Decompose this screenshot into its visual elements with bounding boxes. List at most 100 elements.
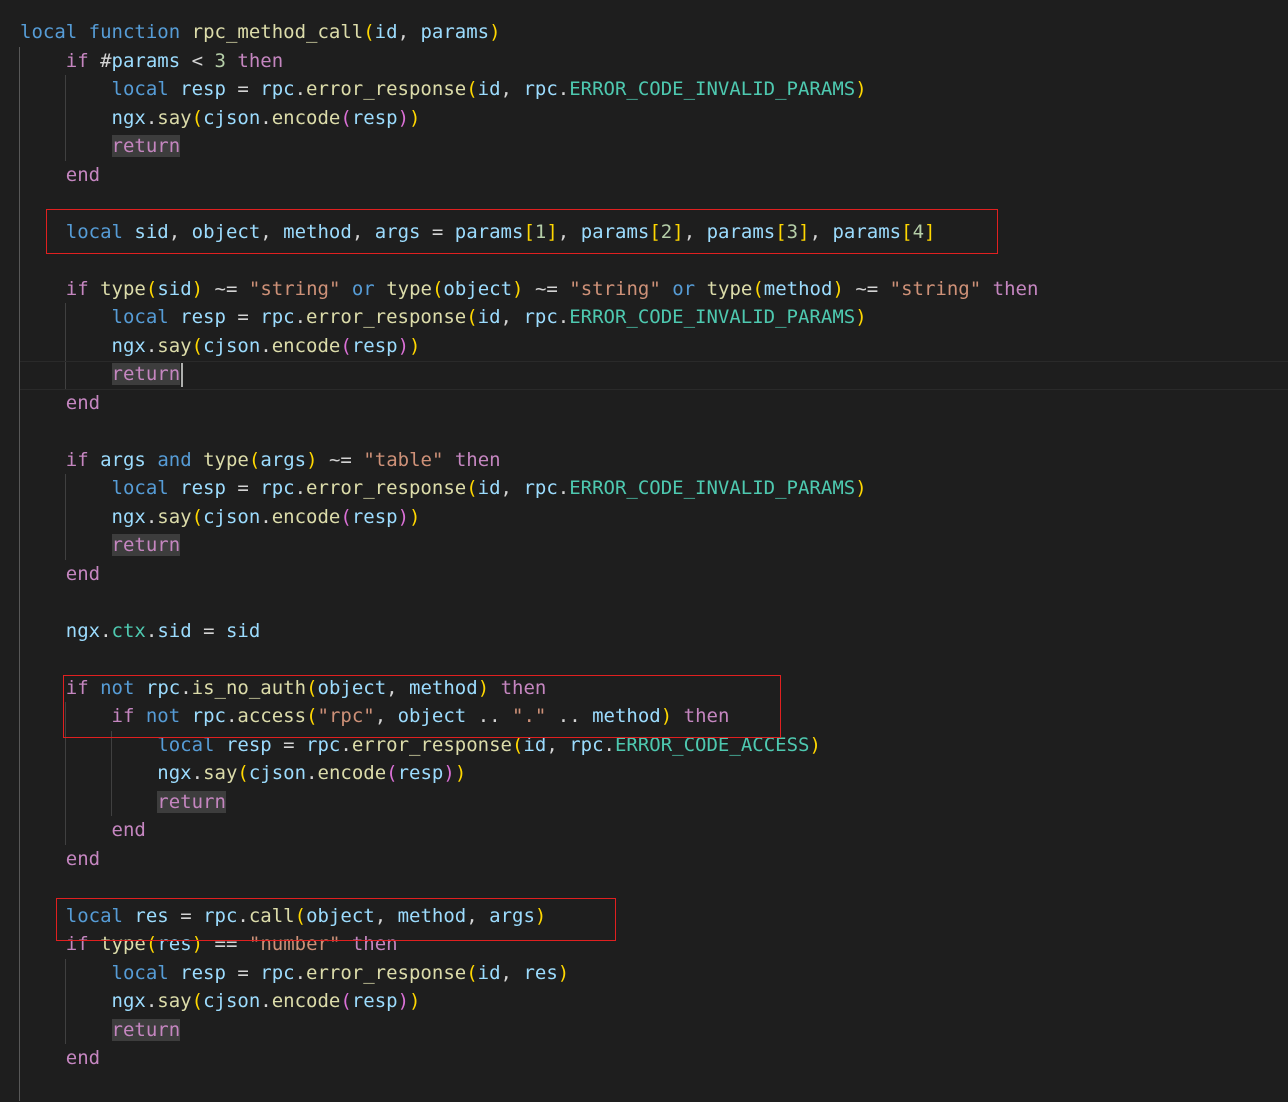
code-token: end: [65, 391, 101, 414]
code-token: .: [260, 334, 272, 357]
code-token: ): [512, 277, 524, 300]
code-token: cjson: [203, 505, 261, 528]
code-token: .: [294, 477, 307, 499]
code-line: local resp = rpc.error_response(id, rpc.…: [20, 75, 867, 104]
code-line: local resp = rpc.error_response(id, rpc.…: [20, 303, 867, 332]
code-token: .: [294, 961, 307, 984]
code-line: end: [20, 1044, 100, 1073]
code-token: ERROR_CODE_INVALID_PARAMS: [569, 306, 856, 328]
code-token: .: [294, 306, 307, 328]
code-token: ): [489, 21, 501, 43]
code-token: <: [180, 49, 215, 72]
code-token: local: [20, 21, 78, 43]
code-token: end: [65, 1047, 101, 1069]
code-token: and: [157, 448, 192, 471]
code-line: ngx.say(cjson.encode(resp)): [20, 987, 421, 1016]
code-token: .: [145, 334, 158, 357]
code-token: args: [100, 448, 146, 471]
code-token: rpc: [260, 477, 295, 499]
code-token: ): [557, 961, 570, 984]
code-editor[interactable]: local function rpc_method_call(id, param…: [0, 0, 1288, 1102]
code-token: local: [111, 477, 169, 499]
code-token: .: [557, 78, 570, 100]
code-token: (: [466, 961, 478, 984]
code-token: ngx: [111, 106, 146, 129]
code-token: ): [855, 477, 867, 499]
code-token: then: [454, 448, 501, 471]
code-token: ,: [500, 961, 524, 984]
code-token: ): [409, 505, 421, 528]
text-cursor: [181, 363, 184, 387]
code-token: type: [386, 277, 432, 300]
code-line: return: [20, 1016, 181, 1045]
code-token: =: [225, 961, 261, 984]
code-token: .: [191, 762, 204, 784]
code-token: then: [237, 49, 284, 72]
code-token: error_response: [306, 306, 467, 328]
code-line: local resp = rpc.error_response(id, res): [20, 959, 570, 988]
code-token: resp: [397, 762, 444, 784]
code-line: if args and type(args) ~= "table" then: [20, 446, 501, 475]
code-token: ): [809, 733, 821, 756]
code-line: ngx.say(cjson.encode(resp)): [20, 759, 466, 788]
code-token: say: [203, 762, 238, 784]
code-token: (: [191, 505, 204, 528]
code-token: ): [855, 306, 867, 328]
code-token: method: [763, 277, 833, 300]
code-token: (: [466, 78, 478, 100]
code-line: return: [20, 360, 181, 389]
code-token: sid: [157, 277, 192, 300]
code-token: rpc: [260, 961, 295, 984]
code-token: say: [157, 106, 192, 129]
code-token: (: [340, 106, 352, 129]
code-token: =: [191, 619, 226, 642]
code-token: (: [340, 990, 352, 1012]
code-token: #: [88, 49, 112, 72]
code-token: (: [237, 762, 249, 784]
code-line: if type(sid) ~= "string" or type(object)…: [20, 275, 1039, 304]
code-token: if: [65, 49, 89, 72]
code-token: type: [706, 277, 753, 300]
code-token: ~=: [203, 277, 249, 300]
code-token: params: [420, 21, 490, 43]
code-token: (: [248, 448, 261, 471]
code-token: id: [477, 78, 501, 100]
code-token: ): [409, 106, 421, 129]
code-token: .: [294, 78, 307, 100]
code-token: ~=: [523, 277, 570, 300]
code-token: ): [397, 106, 410, 129]
current-line-highlight: [20, 361, 1288, 390]
code-token: id: [477, 477, 501, 499]
code-token: rpc: [523, 477, 558, 499]
code-token: sid: [157, 619, 192, 642]
code-token: type: [203, 448, 249, 471]
code-token: "string": [248, 277, 341, 300]
code-line: return: [20, 788, 226, 817]
code-line: local resp = rpc.error_response(id, rpc.…: [20, 474, 867, 503]
code-token: rpc: [523, 78, 558, 100]
code-token: ): [306, 448, 318, 471]
code-line: ngx.ctx.sid = sid: [20, 617, 261, 646]
code-token: .: [260, 106, 272, 129]
code-token: (: [191, 334, 204, 357]
code-token: ): [454, 762, 467, 784]
code-token: object: [443, 277, 513, 300]
